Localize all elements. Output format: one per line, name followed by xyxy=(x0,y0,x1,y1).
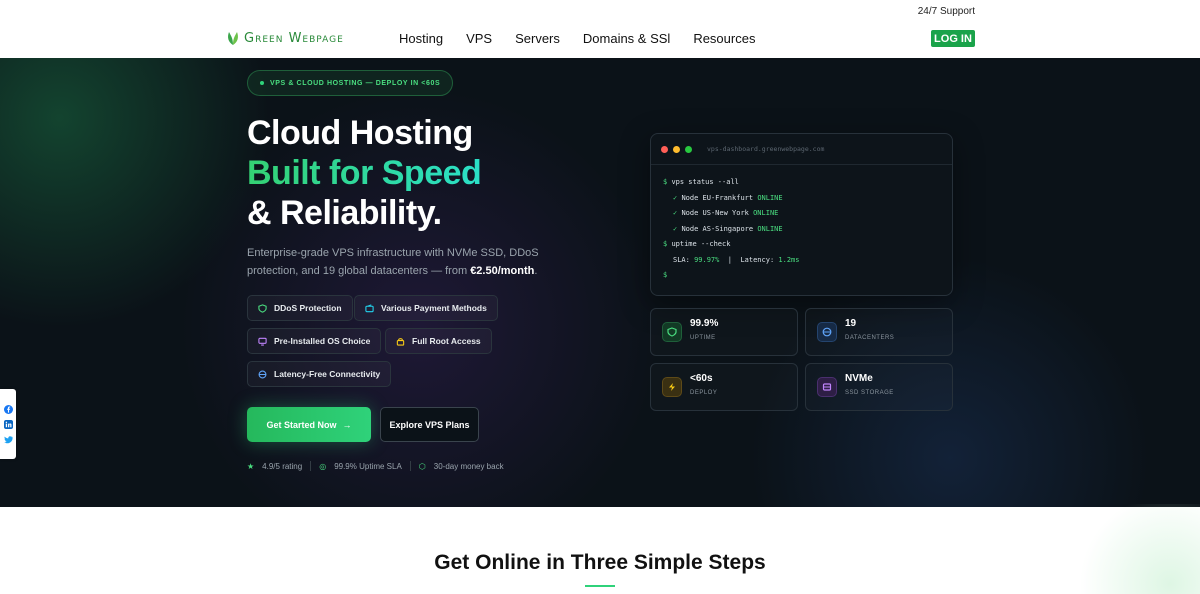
facebook-icon[interactable] xyxy=(3,404,13,414)
globe-icon xyxy=(817,322,837,342)
monitor-icon xyxy=(258,337,267,346)
stat-label: DATACENTERS xyxy=(845,335,895,341)
terminal-url: vps-dashboard.greenwebpage.com xyxy=(707,145,825,153)
trust-money-back: 30-day money back xyxy=(433,461,504,471)
stat-value: NVMe xyxy=(845,373,873,384)
feature-root-label: Full Root Access xyxy=(412,336,481,346)
feature-ddos: DDoS Protection xyxy=(247,295,353,321)
decorative-glow xyxy=(1050,504,1200,594)
hero-lead-price: €2.50/month xyxy=(470,265,535,277)
top-bar: 24/7 Support Green Webpage Hosting VPS S… xyxy=(0,0,1200,58)
leaf-icon xyxy=(228,32,238,45)
stat-label: SSD STORAGE xyxy=(845,390,894,396)
logo-text: Green Webpage xyxy=(244,30,344,46)
check-icon: ✓ xyxy=(673,193,678,202)
hero-badge: VPS & CLOUD HOSTING — DEPLOY IN <60S xyxy=(247,70,454,96)
nav-domains-ssl[interactable]: Domains & SSl xyxy=(583,31,670,46)
hero-badge-text: VPS & CLOUD HOSTING — DEPLOY IN <60S xyxy=(270,79,441,87)
lightning-icon xyxy=(662,377,682,397)
main-nav: Hosting VPS Servers Domains & SSl Resour… xyxy=(399,31,778,46)
stat-value: 19 xyxy=(845,318,857,329)
maximize-dot-icon xyxy=(685,145,692,153)
stat-label: DEPLOY xyxy=(690,390,718,396)
feature-os: Pre-Installed OS Choice xyxy=(247,328,382,354)
close-dot-icon xyxy=(661,145,668,153)
site-logo[interactable]: Green Webpage xyxy=(226,30,344,46)
stat-value: <60s xyxy=(690,373,713,384)
feature-os-label: Pre-Installed OS Choice xyxy=(274,336,371,346)
feature-ddos-label: DDoS Protection xyxy=(274,303,342,313)
support-link[interactable]: 24/7 Support xyxy=(918,6,975,17)
stat-storage: NVMe SSD STORAGE xyxy=(805,363,953,411)
terminal-line: $ uptime --check xyxy=(663,240,731,248)
minimize-dot-icon xyxy=(673,145,680,153)
terminal-titlebar: vps-dashboard.greenwebpage.com xyxy=(651,134,952,165)
section-title: Get Online in Three Simple Steps xyxy=(434,551,766,574)
arrow-right-icon: → xyxy=(342,419,352,430)
terminal-line: ✓ Node US-New York ONLINE xyxy=(673,209,779,217)
wallet-icon xyxy=(365,303,374,312)
hero-section: VPS & CLOUD HOSTING — DEPLOY IN <60S Clo… xyxy=(0,58,1200,507)
twitter-icon[interactable] xyxy=(3,435,13,444)
divider xyxy=(310,461,312,471)
login-button[interactable]: LOG IN xyxy=(931,30,975,47)
database-icon xyxy=(817,377,837,397)
hero-lead: Enterprise-grade VPS infrastructure with… xyxy=(247,244,567,280)
feature-payment: Various Payment Methods xyxy=(354,295,498,321)
feature-payment-label: Various Payment Methods xyxy=(381,303,487,313)
hero-title: Cloud Hosting Built for Speed & Reliabil… xyxy=(247,113,482,233)
stat-uptime: 99.9% UPTIME xyxy=(650,308,798,356)
check-circle-icon: ◎ xyxy=(319,461,327,471)
feature-latency: Latency-Free Connectivity xyxy=(247,361,392,387)
terminal-line: $ vps status --all xyxy=(663,178,739,186)
linkedin-icon[interactable] xyxy=(3,419,13,429)
shield-icon xyxy=(662,322,682,342)
feature-root: Full Root Access xyxy=(385,328,492,354)
terminal-output: $ vps status --all ✓ Node EU-Frankfurt O… xyxy=(651,165,952,294)
get-started-label: Get Started Now xyxy=(266,419,337,430)
divider xyxy=(409,461,411,471)
section-underline xyxy=(585,585,615,587)
status-dot-icon xyxy=(260,81,264,85)
lock-icon xyxy=(396,337,405,346)
explore-plans-button[interactable]: Explore VPS Plans xyxy=(380,407,479,442)
terminal-line: ✓ Node EU-Frankfurt ONLINE xyxy=(673,193,783,202)
stat-datacenters: 19 DATACENTERS xyxy=(805,308,953,356)
get-started-button[interactable]: Get Started Now → xyxy=(247,407,371,442)
terminal-window: vps-dashboard.greenwebpage.com $ vps sta… xyxy=(650,133,953,296)
hero-title-line1: Cloud Hosting xyxy=(247,114,473,152)
check-icon: ✓ xyxy=(673,209,678,217)
nav-vps[interactable]: VPS xyxy=(466,31,492,46)
trust-rating: 4.9/5 rating xyxy=(262,461,303,471)
terminal-line: $ xyxy=(663,271,668,279)
terminal-line: ✓ Node AS-Singapore ONLINE xyxy=(673,224,783,233)
feature-latency-label: Latency-Free Connectivity xyxy=(274,369,381,379)
stat-label: UPTIME xyxy=(690,335,716,341)
hero-title-line3: & Reliability. xyxy=(247,194,442,232)
stat-deploy: <60s DEPLOY xyxy=(650,363,798,411)
nav-resources[interactable]: Resources xyxy=(693,31,755,46)
terminal-line: SLA: 99.97% | Latency: 1.2ms xyxy=(673,255,800,264)
shield-icon xyxy=(258,303,267,313)
star-icon: ★ xyxy=(247,461,255,471)
globe-icon xyxy=(258,370,267,378)
nav-servers[interactable]: Servers xyxy=(515,31,560,46)
trust-uptime: 99.9% Uptime SLA xyxy=(334,461,402,471)
shield-icon: ⬡ xyxy=(418,461,426,471)
stat-value: 99.9% xyxy=(690,318,719,329)
check-icon: ✓ xyxy=(673,224,678,233)
hero-title-line2: Built for Speed xyxy=(247,154,482,192)
hero-lead-end: . xyxy=(534,265,538,277)
trust-row: ★ 4.9/5 rating ◎ 99.9% Uptime SLA ⬡ 30-d… xyxy=(247,461,504,471)
nav-hosting[interactable]: Hosting xyxy=(399,31,443,46)
social-share-bar xyxy=(0,389,16,459)
